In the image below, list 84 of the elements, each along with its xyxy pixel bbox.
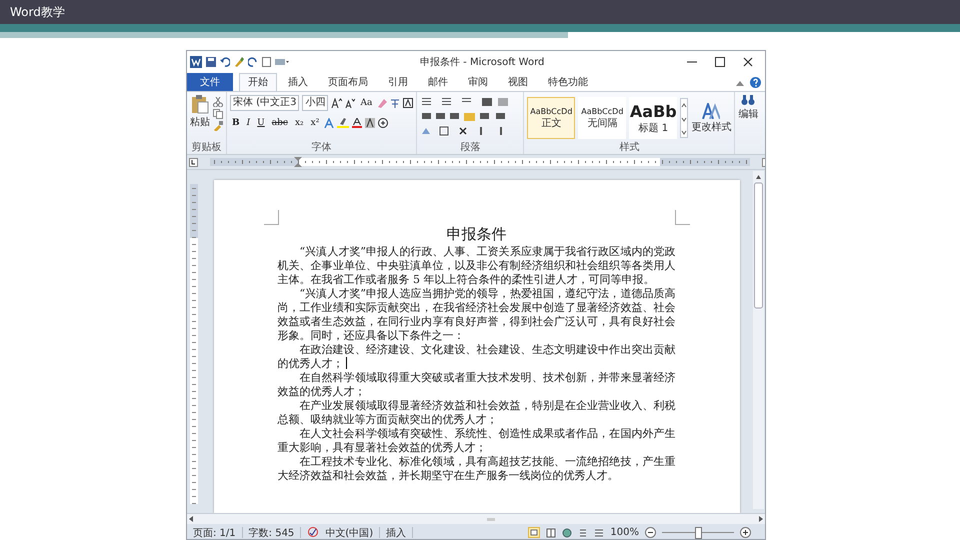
ribbon-tab[interactable]: 邮件 <box>419 73 457 91</box>
document-paragraph: 在政治建设、经济建设、文化建设、社会建设、生态文明建设中作出突出贡献的优秀人才； <box>278 343 676 371</box>
reading-layout-icon[interactable] <box>546 528 556 538</box>
close-icon[interactable] <box>743 57 753 67</box>
paste-button[interactable]: 粘贴 <box>190 94 210 142</box>
collapse-ribbon-icon[interactable] <box>736 80 744 86</box>
clipboard-icon <box>191 94 209 114</box>
help-icon[interactable] <box>750 77 761 88</box>
new-page-icon[interactable] <box>262 57 271 67</box>
font-name-dropdown[interactable]: 宋体 (中文正3 <box>230 95 300 111</box>
document-paragraph: 在工程技术专业化、标准化领域，具有高超技艺技能、一流绝招绝技，产生重大经济效益和社会效益，并长期坚守在生产服务一线岗位的优秀人才。 <box>278 455 676 483</box>
customize-menu-icon[interactable] <box>275 57 289 67</box>
zoom-slider-thumb[interactable] <box>695 527 702 539</box>
document-heading: 申报条件 <box>446 224 508 244</box>
styles-letters-icon <box>702 102 720 118</box>
crop-mark <box>674 210 690 225</box>
document-paragraph: “兴滇人才奖”申报人的行政、人事、工资关系应隶属于我省行政区域内的党政机关、企事业单位、中央驻滇单位，以及非公有制经济组织和社会组织等各类用人主体。在我省工作或者服务 5 年以上符合条件的柔性引进人才，可同等申报。 <box>278 245 676 287</box>
tab-selector-icon[interactable] <box>189 158 198 166</box>
ribbon-tab[interactable]: 特色功能 <box>539 73 597 91</box>
outline-icon[interactable] <box>578 528 588 538</box>
word-logo-icon[interactable] <box>190 56 202 68</box>
cut-icon[interactable] <box>213 97 223 107</box>
maximize-icon[interactable] <box>715 57 725 67</box>
zoom-in-icon[interactable] <box>740 527 751 538</box>
ribbon-tab[interactable]: 页面布局 <box>319 73 377 91</box>
copy-icon[interactable] <box>213 109 223 119</box>
style-gallery-item[interactable]: AaBb 标题 1 <box>629 97 678 139</box>
ribbon-tab[interactable]: 引用 <box>379 73 417 91</box>
ribbon-tab[interactable]: 视图 <box>499 73 537 91</box>
group-label: 字体 <box>310 142 333 154</box>
character-shading-icon[interactable] <box>365 118 376 128</box>
document-paragraph: “兴滇人才奖”申报人选应当拥护党的领导，热爱祖国，遵纪守法，道德品质高尚，工作业绩和实际贡献突出，在我省经济社会发展中创造了显著经济效益、社会效益或者生态效益，在同行业内享有良好声誉，得到社会广泛认可，具有良好社会形象。同时，还应具备以下条件之一： <box>278 287 676 343</box>
ribbon-tab[interactable]: 插入 <box>279 73 317 91</box>
format-button[interactable]: abc <box>270 118 290 128</box>
vertical-scrollbar-icon[interactable] <box>753 171 764 509</box>
format-button[interactable]: x² <box>308 118 322 128</box>
grow-font-icon[interactable] <box>331 98 342 108</box>
horizontal-scrollbar-icon[interactable] <box>187 515 765 523</box>
font-color-icon[interactable] <box>352 118 362 128</box>
web-layout-icon[interactable] <box>562 528 572 538</box>
page-count[interactable]: 页面: 1/1 <box>193 526 236 539</box>
slide-title: Word教学 <box>10 4 65 20</box>
editing-button[interactable]: 编辑 <box>738 94 758 154</box>
format-painter-icon[interactable] <box>213 121 223 131</box>
style-gallery-item[interactable]: AaBbCcDd 正文 <box>527 97 576 139</box>
group-label: 剪贴板 <box>190 142 222 154</box>
format-button[interactable]: B <box>230 118 242 128</box>
format-button[interactable]: x₂ <box>292 118 306 128</box>
style-gallery-item[interactable]: AaBbCcDd 无间隔 <box>578 97 626 139</box>
proofing-icon[interactable] <box>307 527 320 538</box>
document-paragraph: 在人文社会科学领域有突破性、系统性、创造性成果或者作品，在国内外产生重大影响，具有显著社会效益的优秀人才； <box>278 427 676 455</box>
crop-mark <box>264 210 278 225</box>
file-tab[interactable]: 文件 <box>187 73 233 91</box>
text-effect-icon[interactable] <box>324 118 334 128</box>
shrink-font-icon[interactable] <box>345 98 356 108</box>
format-button[interactable]: I <box>244 118 252 128</box>
binoculars-icon <box>741 94 756 106</box>
ribbon-tab[interactable]: 审阅 <box>459 73 497 91</box>
language-indicator[interactable]: 中文(中国) <box>325 526 374 539</box>
brush-icon[interactable] <box>234 57 244 67</box>
enclose-character-icon[interactable] <box>378 118 388 128</box>
ribbon-tab[interactable]: 开始 <box>239 73 277 91</box>
zoom-out-icon[interactable] <box>645 527 656 538</box>
format-button[interactable]: U <box>255 118 267 128</box>
print-layout-icon[interactable] <box>528 527 540 538</box>
redo-icon[interactable] <box>248 57 258 67</box>
group-label: 段落 <box>459 142 482 154</box>
zoom-level[interactable]: 100% <box>610 527 639 538</box>
group-label: 样式 <box>618 142 640 154</box>
font-size-dropdown[interactable]: 小四 <box>302 95 328 111</box>
character-border-icon[interactable] <box>403 98 414 108</box>
window-title: 申报条件 - Microsoft Word <box>420 56 546 69</box>
document-paragraph: 在产业发展领域取得显著经济效益和社会效益，特别是在企业营业收入、利税总额、吸纳就业等方面贡献突出的优秀人才； <box>278 399 676 427</box>
phonetic-guide-icon[interactable] <box>390 98 400 108</box>
change-styles-button[interactable]: 更改样式 <box>691 102 732 134</box>
word-count[interactable]: 字数: 545 <box>248 526 294 539</box>
save-icon[interactable] <box>206 57 216 67</box>
document-paragraph: 在自然科学领域取得重大突破或者重大技术发明、技术创新，并带来显著经济效益的优秀人才； <box>278 371 676 399</box>
undo-icon[interactable] <box>220 57 230 67</box>
insert-mode[interactable]: 插入 <box>386 526 406 539</box>
gallery-scroll-icon[interactable] <box>680 98 688 138</box>
change-case-button[interactable]: Aa <box>358 98 374 108</box>
draft-icon[interactable] <box>594 528 604 538</box>
highlight-icon[interactable] <box>337 118 350 128</box>
